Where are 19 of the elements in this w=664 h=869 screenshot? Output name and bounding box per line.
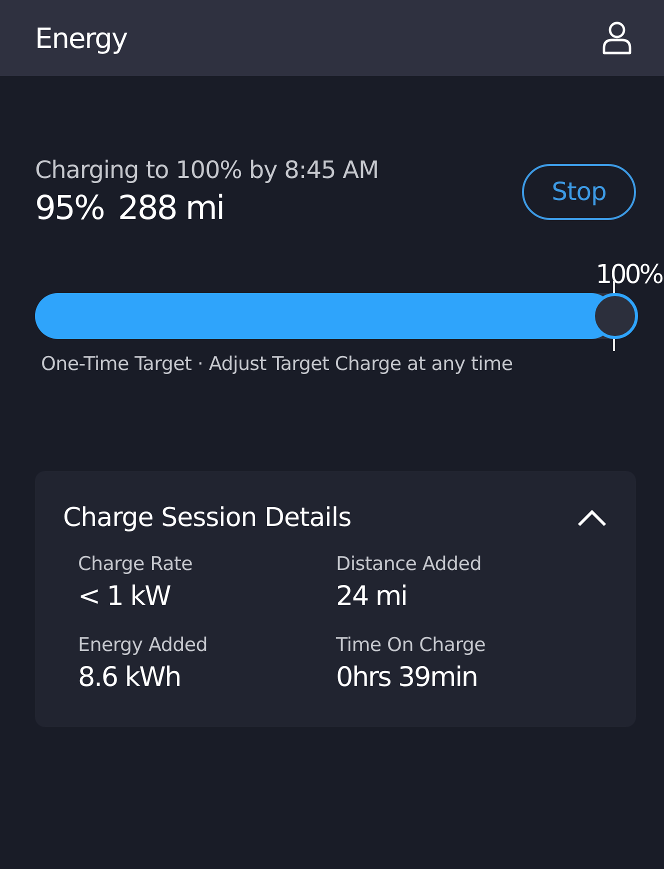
stop-button[interactable]: Stop bbox=[522, 164, 636, 220]
card-title: Charge Session Details bbox=[63, 503, 352, 533]
target-caption: One-Time Target · Adjust Target Charge at any time bbox=[41, 353, 514, 375]
charging-status: Charging to 100% by 8:45 AM bbox=[35, 156, 379, 184]
detail-label: Distance Added bbox=[336, 553, 482, 575]
detail-label: Charge Rate bbox=[78, 553, 194, 575]
target-value: 100% bbox=[596, 259, 662, 292]
detail-value: 0hrs 39min bbox=[336, 662, 478, 693]
profile-icon[interactable] bbox=[602, 21, 632, 55]
detail-label: Energy Added bbox=[78, 634, 208, 656]
range-value: 288 mi bbox=[118, 188, 224, 227]
collapse-chevron-icon[interactable] bbox=[576, 508, 608, 528]
detail-value: 24 mi bbox=[336, 581, 408, 612]
charge-percent: 95% bbox=[35, 188, 104, 227]
detail-value: 8.6 kWh bbox=[78, 662, 182, 693]
detail-value: < 1 kW bbox=[78, 581, 172, 612]
slider-thumb[interactable] bbox=[592, 293, 638, 339]
detail-label: Time On Charge bbox=[336, 634, 487, 656]
page-title: Energy bbox=[35, 22, 128, 54]
